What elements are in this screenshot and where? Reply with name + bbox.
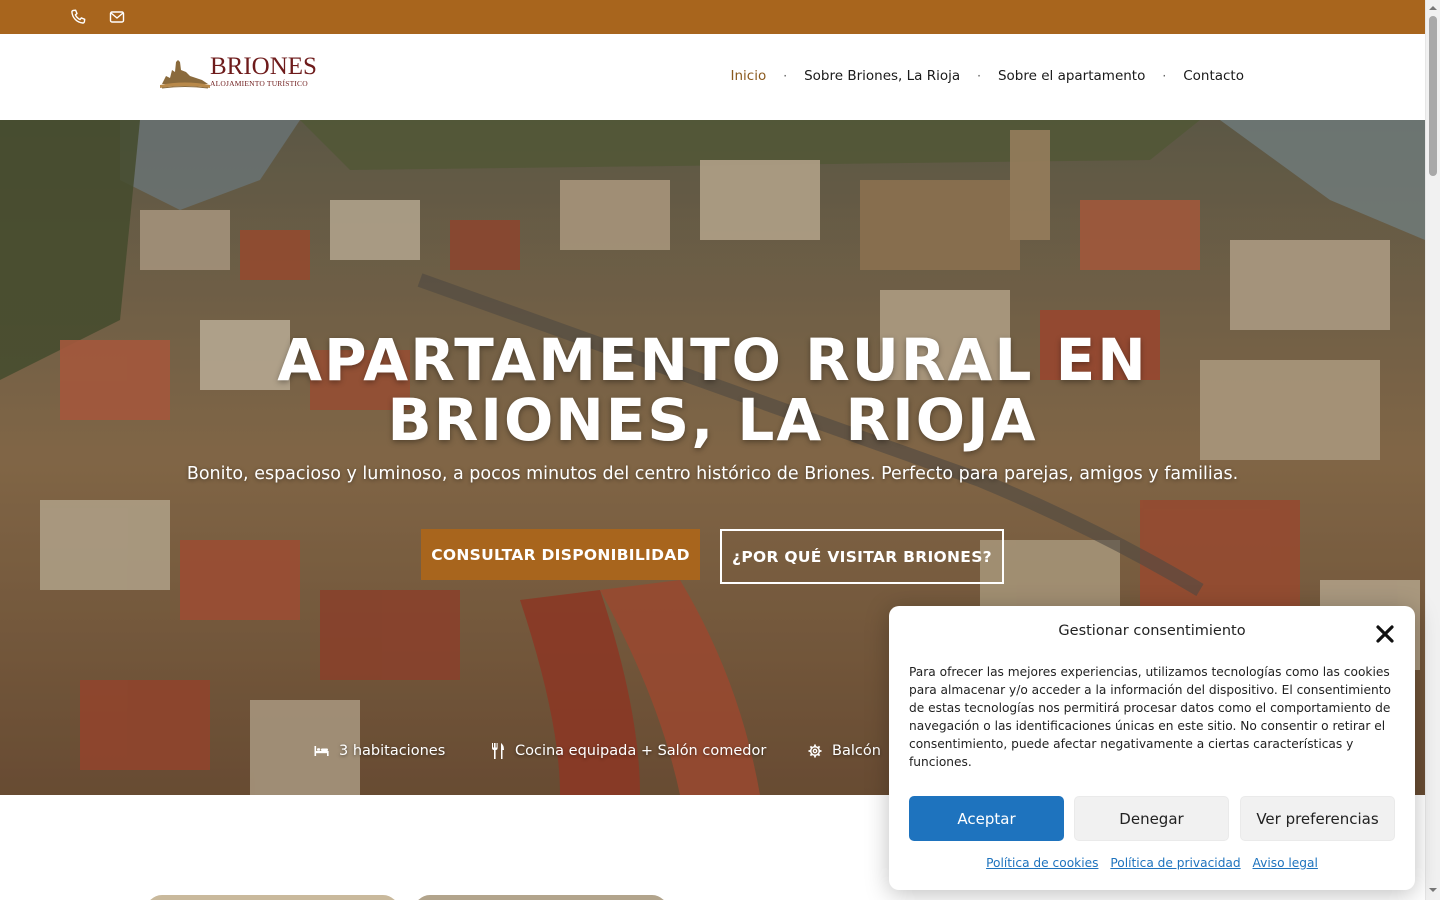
- nav-separator: ·: [1162, 69, 1167, 83]
- why-visit-button[interactable]: ¿POR QUÉ VISITAR BRIONES?: [720, 529, 1004, 584]
- village-logo-icon: [160, 60, 210, 89]
- accept-button[interactable]: Aceptar: [909, 796, 1064, 841]
- view-preferences-button[interactable]: Ver preferencias: [1240, 796, 1395, 841]
- cookie-policy-link[interactable]: Política de cookies: [986, 856, 1098, 870]
- privacy-policy-link[interactable]: Política de privacidad: [1110, 856, 1240, 870]
- gear-icon: [808, 744, 822, 758]
- feature-item: 3 habitaciones: [314, 743, 445, 759]
- logo-tagline: ALOJAMIENTO TURÍSTICO: [210, 79, 308, 88]
- gallery-card[interactable]: [414, 895, 668, 900]
- consent-title: Gestionar consentimiento: [1058, 623, 1246, 639]
- bed-icon: [314, 746, 329, 756]
- nav-item-sobre-briones[interactable]: Sobre Briones, La Rioja: [804, 68, 960, 84]
- logo-brand: BRIONES: [210, 53, 317, 80]
- hero-title-line1: APARTAMENTO RURAL EN: [277, 326, 1148, 394]
- feature-label: Balcón: [832, 743, 881, 759]
- nav-separator: ·: [783, 69, 788, 83]
- consent-links: Política de cookies Política de privacid…: [889, 856, 1415, 870]
- main-nav: Inicio · Sobre Briones, La Rioja · Sobre…: [731, 68, 1244, 84]
- nav-item-inicio[interactable]: Inicio: [731, 68, 767, 84]
- cookie-consent-dialog: Gestionar consentimiento Para ofrecer la…: [889, 606, 1415, 890]
- feature-item: Cocina equipada + Salón comedor: [491, 743, 766, 759]
- nav-item-contacto[interactable]: Contacto: [1183, 68, 1244, 84]
- scrollbar-thumb[interactable]: [1429, 16, 1437, 176]
- site-logo[interactable]: BRIONES ALOJAMIENTO TURÍSTICO: [160, 54, 317, 90]
- feature-label: Cocina equipada + Salón comedor: [515, 743, 767, 759]
- hero-title-line2: BRIONES, LA RIOJA: [387, 386, 1038, 454]
- consent-message: Para ofrecer las mejores experiencias, u…: [909, 665, 1391, 769]
- scroll-up-icon[interactable]: [1428, 4, 1438, 12]
- legal-notice-link[interactable]: Aviso legal: [1253, 856, 1318, 870]
- deny-button[interactable]: Denegar: [1074, 796, 1229, 841]
- cutlery-icon: [492, 743, 504, 759]
- check-availability-button[interactable]: CONSULTAR DISPONIBILIDAD: [421, 529, 700, 580]
- top-contact-bar: [0, 0, 1425, 34]
- hero-title: APARTAMENTO RURAL EN BRIONES, LA RIOJA: [0, 330, 1425, 450]
- feature-label: 3 habitaciones: [339, 743, 446, 759]
- scroll-down-icon[interactable]: [1428, 886, 1438, 894]
- close-icon[interactable]: [1373, 622, 1397, 646]
- hero-subtitle: Bonito, espacioso y luminoso, a pocos mi…: [186, 464, 1239, 484]
- feature-item: Balcón: [808, 743, 881, 759]
- nav-separator: ·: [977, 69, 981, 83]
- gallery-card[interactable]: [146, 895, 399, 900]
- site-header: BRIONES ALOJAMIENTO TURÍSTICO Inicio · S…: [0, 34, 1425, 120]
- mail-icon[interactable]: [109, 9, 125, 25]
- phone-icon[interactable]: [70, 9, 86, 25]
- nav-item-sobre-apartamento[interactable]: Sobre el apartamento: [998, 68, 1145, 84]
